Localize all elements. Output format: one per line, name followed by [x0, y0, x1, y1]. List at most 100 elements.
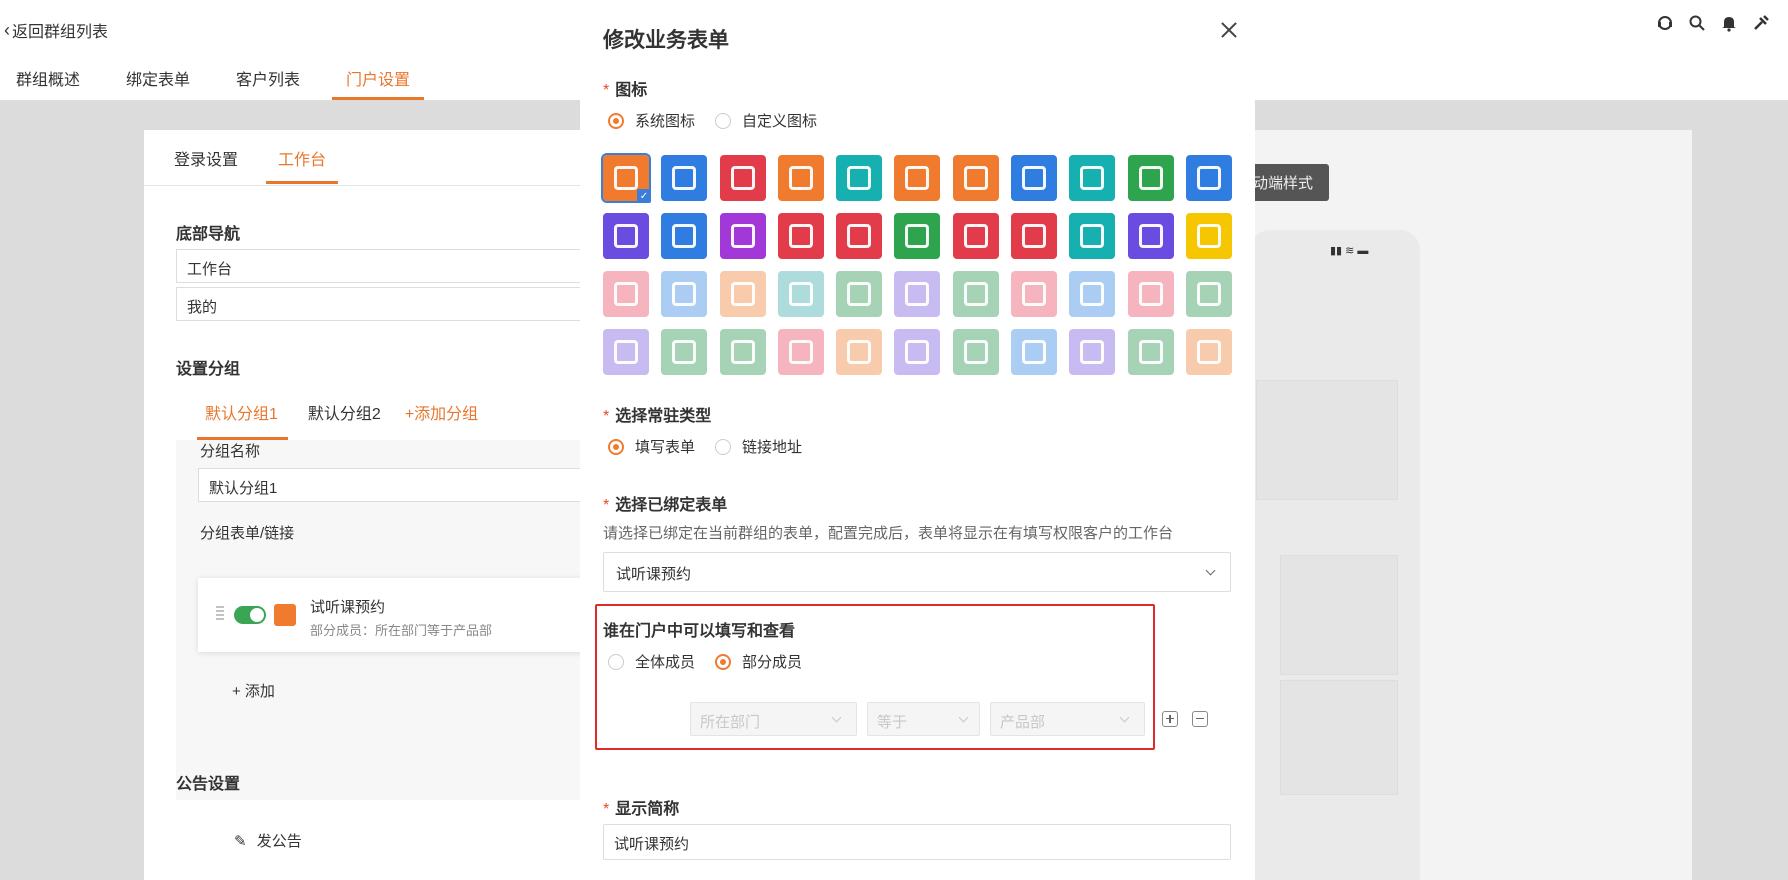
gift-icon[interactable] — [777, 329, 824, 375]
cup-icon[interactable] — [1185, 271, 1232, 317]
tab-portal-settings[interactable]: 门户设置 — [332, 66, 425, 100]
truck-icon[interactable] — [603, 213, 649, 259]
bowl-icon[interactable] — [952, 155, 999, 201]
radio-some-members[interactable]: 部分成员 — [715, 651, 802, 672]
tab-login-settings[interactable]: 登录设置 — [174, 146, 238, 184]
form-list-item[interactable]: 试听课预约 部分成员：所在部门等于产品部 — [198, 578, 618, 652]
form-item-subtitle: 部分成员：所在部门等于产品部 — [310, 623, 493, 638]
medkit-icon[interactable] — [1069, 213, 1116, 259]
factory-icon[interactable] — [661, 155, 708, 201]
radio-dot[interactable] — [715, 112, 732, 129]
condition-value-select[interactable]: 产品部 — [990, 702, 1145, 736]
cart-icon[interactable] — [894, 155, 941, 201]
tab-bind-form[interactable]: 绑定表单 — [126, 66, 190, 100]
search-icon[interactable] — [1688, 14, 1706, 32]
group-tab-2[interactable]: 默认分组2 — [308, 400, 381, 440]
team-icon[interactable] — [719, 271, 766, 317]
network-icon[interactable] — [952, 329, 999, 375]
plane-icon[interactable] — [1069, 155, 1116, 201]
tools-icon[interactable] — [1752, 14, 1770, 32]
group-name-input[interactable]: 默认分组1 — [198, 468, 598, 502]
drag-handle-icon[interactable] — [216, 606, 224, 622]
radio-dot[interactable] — [608, 653, 624, 670]
lock-icon[interactable] — [1069, 329, 1116, 375]
icon-glyph — [1022, 166, 1047, 190]
bell-icon[interactable] — [1720, 14, 1738, 32]
group-name-label: 分组名称 — [200, 443, 261, 460]
heart-icon[interactable] — [719, 155, 766, 201]
broadcast-icon[interactable] — [894, 329, 941, 375]
tab-customer-list[interactable]: 客户列表 — [236, 66, 300, 100]
radio-system-icon[interactable]: 系统图标 — [608, 110, 695, 131]
dollar-icon[interactable] — [1185, 155, 1232, 201]
bottles-icon[interactable] — [952, 271, 999, 317]
condition-operator-select[interactable]: 等于 — [867, 702, 980, 736]
phone-status-icons: ▮▮ ≋ ▬ — [1330, 245, 1369, 257]
dress-icon[interactable] — [777, 213, 824, 259]
bound-form-select[interactable]: 试听课预约 — [603, 552, 1231, 592]
icon-glyph — [847, 224, 872, 248]
chart-icon[interactable] — [661, 271, 708, 317]
group-tabs: 默认分组1 默认分组2 +添加分组 — [176, 400, 478, 440]
radio-all-members[interactable]: 全体成员 — [608, 651, 695, 672]
cake-icon[interactable] — [836, 213, 883, 259]
bicycle-icon[interactable] — [1127, 213, 1174, 259]
support-icon[interactable] — [1656, 14, 1674, 32]
graduation-icon[interactable] — [1011, 213, 1058, 259]
tree-icon[interactable] — [1127, 329, 1174, 375]
remove-condition-icon[interactable] — [1192, 711, 1208, 727]
icon-glyph — [614, 224, 638, 248]
location-icon[interactable] — [603, 329, 649, 375]
radio-dot[interactable] — [608, 438, 624, 455]
tab-workbench[interactable]: 工作台 — [266, 146, 339, 184]
close-icon[interactable] — [1217, 18, 1241, 42]
laurel-icon[interactable] — [1127, 271, 1174, 317]
radio-fill-form[interactable]: 填写表单 — [608, 436, 695, 457]
document-icon[interactable] — [777, 155, 824, 201]
condition-field-select[interactable]: 所在部门 — [690, 702, 857, 736]
icon-glyph — [672, 224, 697, 248]
add-form-button[interactable]: + 添加 — [232, 680, 275, 701]
bottom-nav-item-mine[interactable]: 我的 — [176, 287, 596, 321]
hand-icon[interactable] — [603, 271, 649, 317]
bottom-nav-item-workbench[interactable]: 工作台 — [176, 249, 596, 283]
back-link[interactable]: ‹ 返回群组列表 — [4, 18, 108, 42]
add-group-button[interactable]: +添加分组 — [405, 400, 478, 440]
medal-icon[interactable] — [1069, 271, 1116, 317]
dining-icon[interactable]: ✓ — [601, 153, 651, 203]
toggle-icon[interactable] — [1185, 329, 1232, 375]
folder-icon[interactable] — [661, 329, 708, 375]
tshirt-icon[interactable] — [1185, 213, 1232, 259]
radio-link-address[interactable]: 链接地址 — [715, 436, 802, 457]
preview-block — [1256, 380, 1398, 500]
radio-custom-icon[interactable]: 自定义图标 — [715, 110, 817, 131]
presentation-icon[interactable] — [777, 271, 824, 317]
drink-icon[interactable] — [836, 155, 883, 201]
chevron-down-icon — [1205, 565, 1216, 576]
add-condition-icon[interactable] — [1162, 711, 1178, 727]
gamepad-icon[interactable] — [1011, 329, 1058, 375]
calculator-icon[interactable] — [836, 271, 883, 317]
short-name-input[interactable]: 试听课预约 — [603, 824, 1231, 860]
person-icon[interactable] — [894, 213, 941, 259]
enable-toggle[interactable] — [234, 606, 266, 624]
post-notice-label: 发公告 — [256, 833, 302, 850]
radio-dot[interactable] — [715, 653, 732, 670]
dining-icon — [274, 604, 296, 626]
radio-dot[interactable] — [715, 438, 732, 455]
radio-dot[interactable] — [608, 112, 624, 129]
building-icon[interactable] — [719, 329, 766, 375]
printer-icon[interactable] — [1011, 271, 1058, 317]
book-icon[interactable] — [1127, 155, 1174, 201]
handshake-icon[interactable] — [952, 213, 999, 259]
post-notice-button[interactable]: ✎ 发公告 — [234, 830, 302, 851]
ship-icon[interactable] — [1011, 155, 1058, 201]
mobile-style-button[interactable]: 动端样式 — [1245, 164, 1330, 201]
portal-tabs: 登录设置 工作台 — [174, 146, 339, 184]
chat-icon[interactable] — [836, 329, 883, 375]
camera-icon[interactable] — [719, 213, 766, 259]
tab-group-overview[interactable]: 群组概述 — [16, 66, 80, 100]
taxi-icon[interactable] — [661, 213, 708, 259]
computer-icon[interactable] — [894, 271, 941, 317]
group-tab-1[interactable]: 默认分组1 — [197, 400, 288, 440]
